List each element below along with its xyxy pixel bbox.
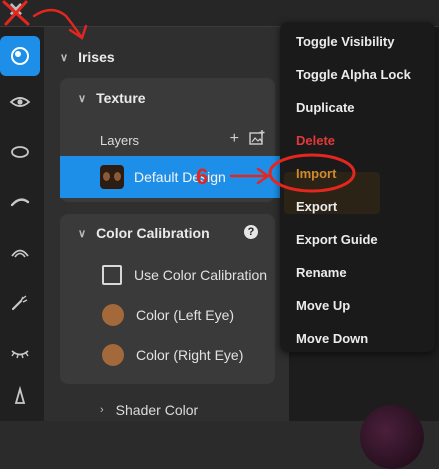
texture-header[interactable]: ∨ Texture bbox=[78, 90, 146, 106]
close-icon[interactable]: ✕ bbox=[8, 1, 24, 21]
use-color-calibration-label: Use Color Calibration bbox=[134, 267, 268, 283]
nose-icon[interactable] bbox=[0, 377, 40, 417]
layers-label: Layers bbox=[100, 133, 140, 148]
iris-icon[interactable] bbox=[0, 36, 40, 76]
layers-row: Layers + bbox=[100, 130, 265, 151]
menu-item-export[interactable]: Export bbox=[296, 199, 337, 214]
menu-item-export-guide[interactable]: Export Guide bbox=[296, 232, 378, 247]
question-icon[interactable]: ? bbox=[244, 225, 258, 239]
left-eye-color-row[interactable]: Color (Left Eye) bbox=[102, 304, 234, 326]
iris-thumbnail bbox=[100, 165, 124, 189]
tool-sidebar bbox=[0, 27, 45, 421]
section-header-irises[interactable]: ∨ Irises bbox=[60, 46, 115, 68]
menu-item-delete[interactable]: Delete bbox=[296, 133, 335, 148]
texture-title: Texture bbox=[96, 90, 146, 106]
plus-icon[interactable]: + bbox=[230, 130, 239, 151]
menu-item-toggle-visibility[interactable]: Toggle Visibility bbox=[296, 34, 394, 49]
use-color-calibration-row[interactable]: Use Color Calibration bbox=[102, 265, 267, 285]
shader-color-label: Shader Color bbox=[115, 402, 199, 418]
chevron-down-icon: ∨ bbox=[78, 227, 87, 240]
layer-name: Default Design bbox=[134, 169, 226, 185]
chevron-down-icon: ∨ bbox=[78, 92, 87, 105]
menu-item-rename[interactable]: Rename bbox=[296, 265, 347, 280]
sclera-oval-icon[interactable] bbox=[0, 132, 40, 172]
menu-item-import[interactable]: Import bbox=[296, 166, 336, 181]
viewport-eye-preview bbox=[360, 405, 424, 469]
use-color-calibration-checkbox[interactable] bbox=[102, 265, 122, 285]
eyelash-brush-icon[interactable] bbox=[0, 282, 40, 322]
color-calibration-header[interactable]: ∨ Color Calibration bbox=[78, 225, 210, 241]
menu-item-move-down[interactable]: Move Down bbox=[296, 331, 368, 346]
color-calibration-card: ∨ Color Calibration ? Use Color Calibrat… bbox=[60, 214, 275, 384]
lashes-icon[interactable] bbox=[0, 332, 40, 372]
chevron-down-icon: ∨ bbox=[60, 51, 69, 64]
eyebrow-icon[interactable] bbox=[0, 182, 40, 222]
right-eye-color-row[interactable]: Color (Right Eye) bbox=[102, 344, 243, 366]
shader-color-row[interactable]: › Shader Color bbox=[100, 402, 198, 418]
right-eye-color-label: Color (Right Eye) bbox=[136, 347, 244, 363]
menu-item-move-up[interactable]: Move Up bbox=[296, 298, 350, 313]
left-eye-color-swatch[interactable] bbox=[102, 304, 124, 326]
layer-row-default-design[interactable]: Default Design bbox=[60, 156, 289, 198]
menu-item-toggle-alpha-lock[interactable]: Toggle Alpha Lock bbox=[296, 67, 411, 82]
menu-item-duplicate[interactable]: Duplicate bbox=[296, 100, 355, 115]
section-title: Irises bbox=[78, 49, 115, 65]
layer-context-menu: Toggle Visibility Toggle Alpha Lock Dupl… bbox=[280, 22, 435, 352]
color-calibration-title: Color Calibration bbox=[96, 225, 210, 241]
left-eye-color-label: Color (Left Eye) bbox=[136, 307, 235, 323]
eyelid-arc-icon[interactable] bbox=[0, 232, 40, 272]
eye-icon[interactable] bbox=[0, 82, 40, 122]
right-eye-color-swatch[interactable] bbox=[102, 344, 124, 366]
add-image-icon[interactable] bbox=[249, 130, 265, 151]
chevron-right-icon: › bbox=[100, 404, 104, 416]
